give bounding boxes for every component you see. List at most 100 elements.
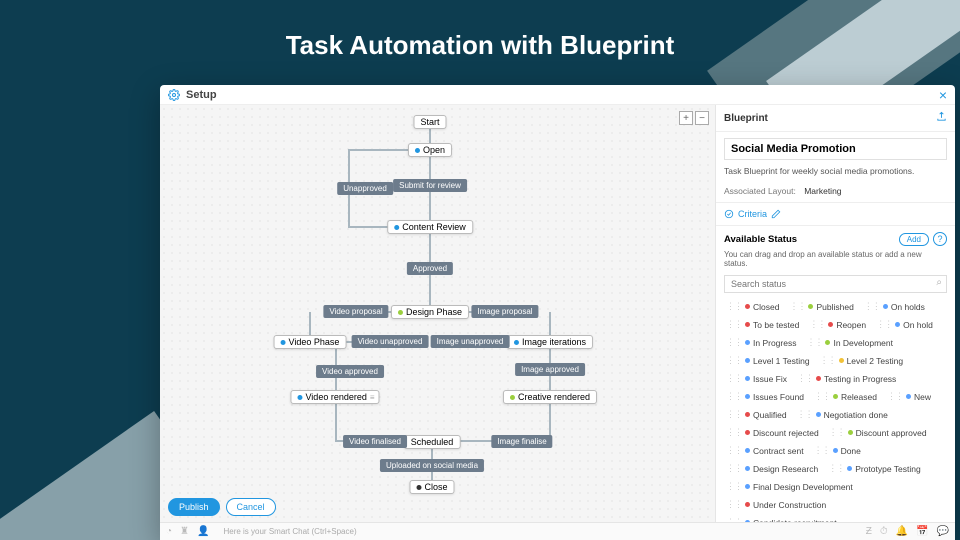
transition-image-proposal[interactable]: Image proposal [471,305,538,318]
node-design-phase[interactable]: Design Phase [391,305,469,319]
node-video-rendered[interactable]: Video rendered≡ [290,390,379,404]
status-dot-icon [816,376,821,381]
status-chip[interactable]: ⋮⋮Qualified [722,407,793,422]
status-chip[interactable]: ⋮⋮Level 1 Testing [722,353,816,368]
blueprint-canvas[interactable]: + − [160,105,715,522]
available-status-heading: Available Status [724,234,797,245]
status-chip[interactable]: ⋮⋮Discount rejected [722,425,825,440]
grip-icon: ⋮⋮ [828,463,844,474]
status-dot-icon [510,395,515,400]
transition-video-proposal[interactable]: Video proposal [323,305,388,318]
transition-image-finalise[interactable]: Image finalise [491,435,552,448]
node-video-phase[interactable]: Video Phase [274,335,347,349]
transition-video-finalised[interactable]: Video finalised [343,435,407,448]
status-chip[interactable]: ⋮⋮Testing in Progress [793,371,902,386]
node-close[interactable]: Close [409,480,454,494]
footer-chat-icon[interactable]: 💬 [937,526,949,537]
status-chip[interactable]: ⋮⋮Published [785,299,859,314]
transition-video-unapproved[interactable]: Video unapproved [352,335,429,348]
zoom-out-button[interactable]: − [695,111,709,125]
edit-icon[interactable] [771,209,781,219]
status-dot-icon [416,485,421,490]
grip-icon: ⋮⋮ [876,319,892,330]
footer-bell-icon[interactable]: 🔔 [896,526,908,537]
status-chip[interactable]: ⋮⋮Done [810,443,867,458]
transition-image-approved[interactable]: Image approved [515,363,585,376]
status-chip[interactable]: ⋮⋮Reopen [805,317,872,332]
grip-icon: ⋮⋮ [809,319,825,330]
status-chip[interactable]: ⋮⋮Prototype Testing [824,461,927,476]
status-dot-icon [833,448,838,453]
transition-unapproved[interactable]: Unapproved [337,182,393,195]
status-dot-icon [895,322,900,327]
grip-icon: ⋮⋮ [797,409,813,420]
status-chip-label: Negotiation done [824,410,888,420]
status-chip[interactable]: ⋮⋮Level 2 Testing [816,353,910,368]
footer-user-icon[interactable]: 👤 [197,526,209,537]
grip-icon: ⋮⋮ [726,337,742,348]
assoc-label: Associated Layout: [724,186,796,196]
status-dot-icon [847,466,852,471]
publish-button[interactable]: Publish [168,498,220,516]
status-chip[interactable]: ⋮⋮Issue Fix [722,371,793,386]
blueprint-name-input[interactable] [724,138,947,160]
grip-icon: ⋮⋮ [726,301,742,312]
node-label: Creative rendered [518,392,590,402]
status-chip-label: Issue Fix [753,374,787,384]
status-chip[interactable]: ⋮⋮In Development [802,335,899,350]
status-dot-icon [745,430,750,435]
grip-icon: ⋮⋮ [829,427,845,438]
status-chip[interactable]: ⋮⋮ Released [810,389,883,404]
status-dot-icon [281,340,286,345]
zoom-in-button[interactable]: + [679,111,693,125]
status-chip-label: Final Design Development [753,482,853,492]
status-chip[interactable]: ⋮⋮Issues Found [722,389,810,404]
status-dot-icon [883,304,888,309]
status-chip[interactable]: ⋮⋮In Progress [722,335,802,350]
transition-video-approved[interactable]: Video approved [316,365,384,378]
node-scheduled[interactable]: Scheduled [404,435,461,449]
footer-shield-icon[interactable]: ♜ [180,526,189,537]
node-start[interactable]: Start [413,115,446,129]
node-image-iterations[interactable]: Image iterations [507,335,593,349]
footer-calendar-icon[interactable]: 📅 [916,526,928,537]
grip-icon: ⋮⋮ [814,391,830,402]
status-chip-label: Discount rejected [753,428,819,438]
status-chip[interactable]: ⋮⋮Under Construction [722,497,832,512]
search-status-input[interactable] [724,275,947,293]
status-chip[interactable]: ⋮⋮To be tested [722,317,805,332]
status-chip[interactable]: ⋮⋮Design Research [722,461,824,476]
footer-timer-icon[interactable]: ⏱ [880,526,888,537]
status-chip-label: Discount approved [856,428,927,438]
status-dot-icon [745,502,750,507]
transition-image-unapproved[interactable]: Image unapproved [431,335,510,348]
status-chip[interactable]: ⋮⋮ Final Design Development [722,479,859,494]
cancel-button[interactable]: Cancel [226,498,276,516]
status-chip[interactable]: ⋮⋮On holds [860,299,931,314]
node-open[interactable]: Open [408,143,452,157]
footer-zia-icon[interactable]: Ƶ [866,526,872,537]
export-icon[interactable] [936,111,947,125]
status-chip[interactable]: ⋮⋮Closed [722,299,785,314]
node-content-review[interactable]: Content Review [387,220,473,234]
close-icon[interactable]: × [939,87,947,103]
add-status-button[interactable]: Add [899,233,929,246]
grip-icon: ⋮⋮ [726,409,742,420]
criteria-link[interactable]: Criteria [716,203,955,226]
transition-submit[interactable]: Submit for review [393,179,467,192]
transition-uploaded[interactable]: Uploaded on social media [380,459,484,472]
status-chip-label: Design Research [753,464,818,474]
status-chip-label: Released [841,392,877,402]
status-chip[interactable]: ⋮⋮Contract sent [722,443,810,458]
node-creative-rendered[interactable]: Creative rendered [503,390,597,404]
status-chip[interactable]: ⋮⋮Candidate recruitment [722,515,843,522]
footer-clock-icon[interactable]: ◔ [166,526,172,537]
grip-icon: ⋮⋮ [726,481,742,492]
transition-approved[interactable]: Approved [407,262,453,275]
drag-handle-icon[interactable]: ≡ [370,393,375,402]
status-chip[interactable]: ⋮⋮New [883,389,937,404]
help-icon[interactable]: ? [933,232,947,246]
status-chip[interactable]: ⋮⋮ Discount approved [825,425,933,440]
status-chip[interactable]: ⋮⋮ Negotiation done [793,407,894,422]
status-chip[interactable]: ⋮⋮On hold [872,317,939,332]
